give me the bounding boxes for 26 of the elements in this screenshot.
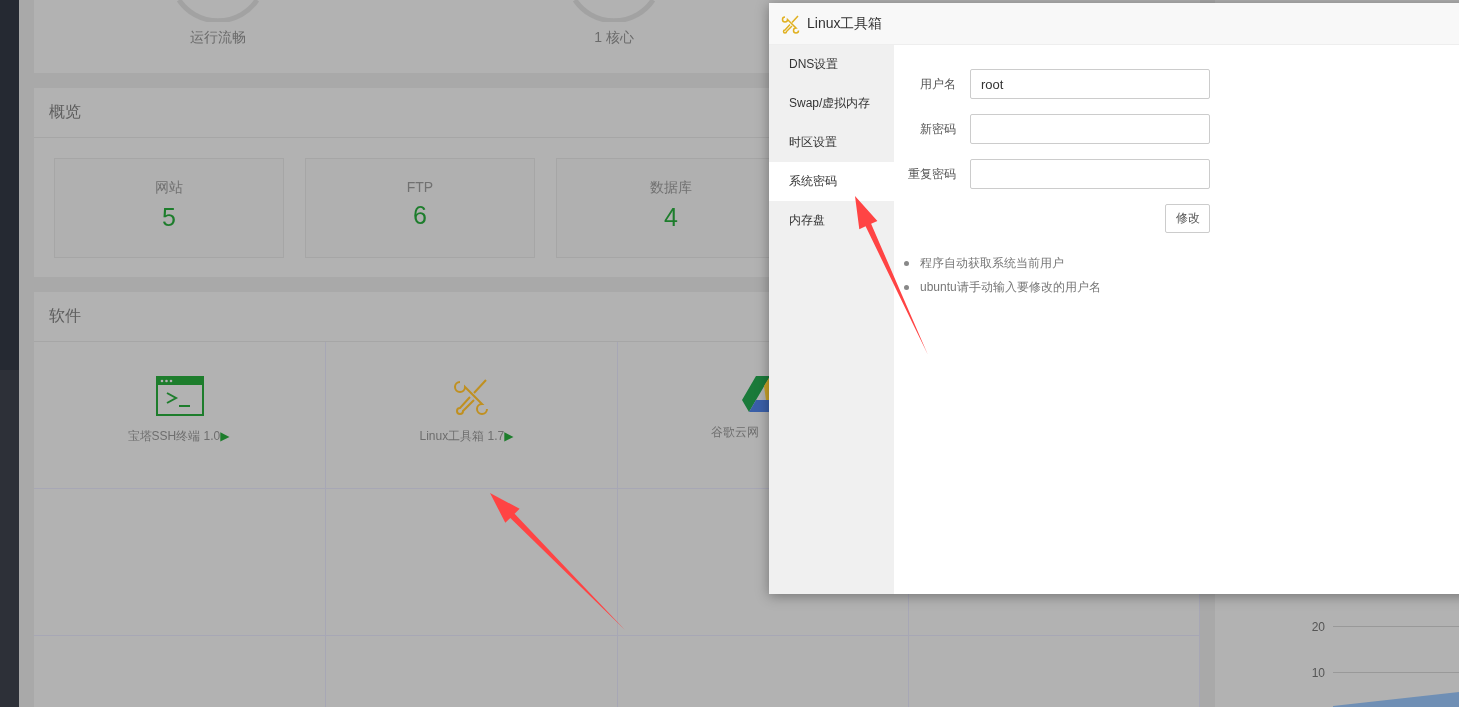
axis-label: 10 — [1310, 666, 1326, 680]
stat-label: 网站 — [155, 179, 183, 197]
stat-label: 数据库 — [650, 179, 692, 197]
submit-button[interactable]: 修改 — [1165, 204, 1210, 233]
stat-value: 4 — [664, 203, 678, 232]
bullet-icon — [904, 260, 909, 266]
note-text: 程序自动获取系统当前用户 — [920, 255, 1064, 271]
axis-label: 20 — [1310, 620, 1326, 634]
menu-item[interactable]: DNS设置 — [769, 45, 894, 84]
stat-value: 6 — [413, 201, 427, 230]
input-field[interactable] — [970, 159, 1210, 189]
stat-value: 5 — [162, 203, 176, 232]
gauge-label: 1 核心 — [594, 29, 634, 47]
stat-label: FTP — [406, 179, 434, 195]
input-field[interactable] — [970, 114, 1210, 144]
note-text: ubuntu请手动输入要修改的用户名 — [920, 279, 1101, 295]
dialog-title: Linux工具箱 — [807, 14, 883, 33]
drive-icon — [742, 376, 769, 412]
bullet-icon — [904, 284, 909, 290]
gauge-label: 运行流畅 — [190, 29, 246, 47]
terminal-icon — [155, 376, 204, 416]
field-label: 新密码 — [919, 120, 956, 138]
tools-icon — [781, 13, 801, 34]
input-field[interactable]: root — [970, 69, 1210, 99]
field-label: 重复密码 — [907, 165, 956, 183]
menu-item[interactable]: 系统密码 — [769, 162, 894, 201]
